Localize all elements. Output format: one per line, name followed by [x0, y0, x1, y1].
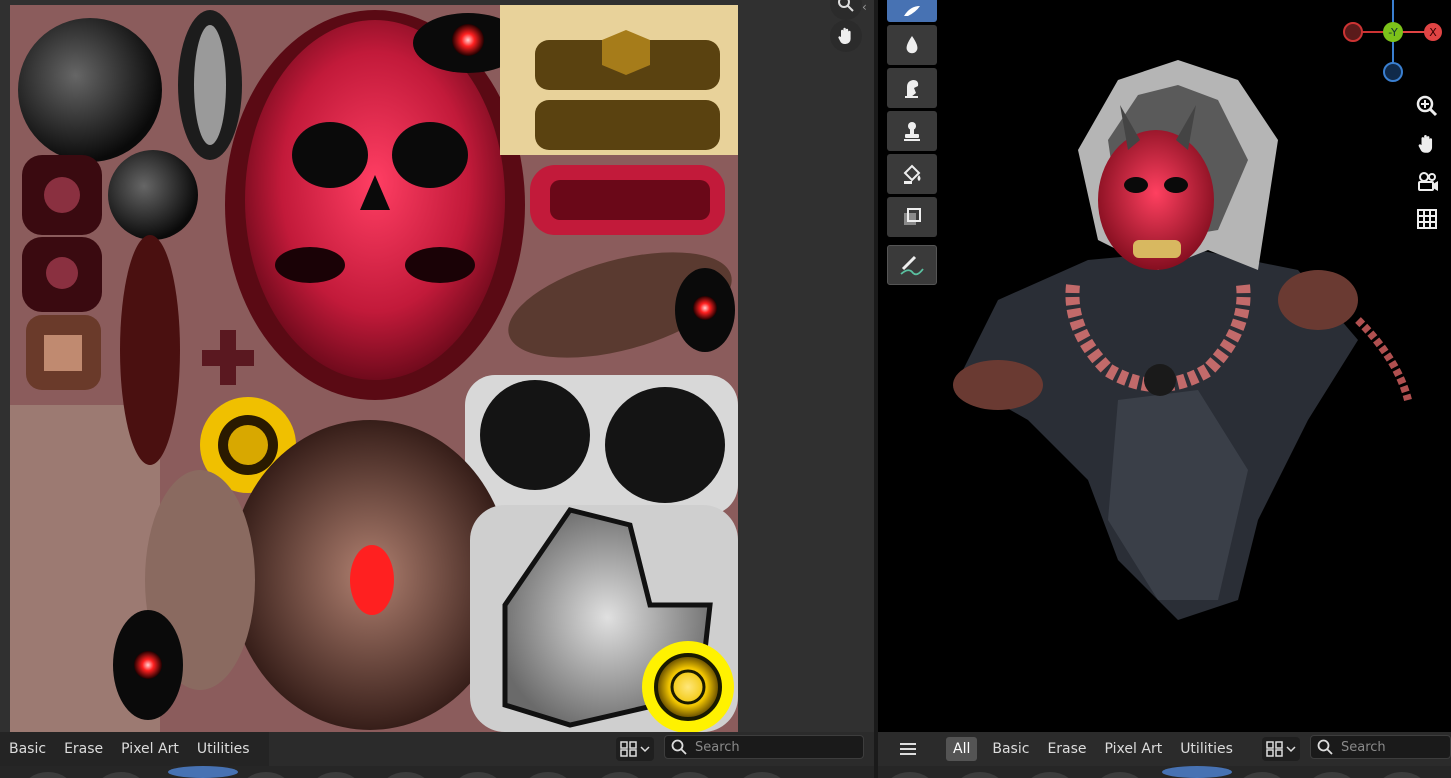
texture-canvas[interactable]	[10, 5, 738, 732]
brush-thumbnail[interactable]	[380, 772, 432, 778]
tool-shelf	[887, 0, 937, 288]
category-pixel-art[interactable]: Pixel Art	[1096, 737, 1172, 761]
camera-view-button[interactable]	[1410, 166, 1444, 198]
brush-thumbnail[interactable]	[310, 772, 362, 778]
brush-thumbnail[interactable]	[1094, 772, 1146, 778]
brush-thumbnail-selected[interactable]	[168, 766, 238, 778]
thumbnail-grid-icon	[1266, 741, 1283, 757]
grid-icon	[1417, 209, 1437, 229]
display-mode-dropdown[interactable]	[1262, 737, 1300, 761]
pan-button[interactable]	[1410, 128, 1444, 160]
navigation-gizmo[interactable]: X -Y	[1340, 0, 1446, 85]
gizmo-neg-z[interactable]	[1383, 62, 1403, 82]
tool-soften[interactable]	[887, 25, 937, 65]
brush-thumbnail[interactable]	[1376, 772, 1428, 778]
magnifier-icon	[838, 0, 854, 12]
left-search-input[interactable]	[693, 738, 847, 756]
ortho-grid-button[interactable]	[1410, 203, 1444, 235]
category-erase[interactable]: Erase	[1038, 737, 1095, 761]
brush-thumbnail[interactable]	[240, 772, 292, 778]
right-search-box[interactable]	[1310, 735, 1451, 759]
clone-stamp-icon	[904, 122, 920, 141]
texture-image	[10, 5, 738, 732]
category-pixel-art[interactable]: Pixel Art	[112, 737, 188, 761]
gizmo-neg-x[interactable]	[1343, 22, 1363, 42]
zoom-in-button[interactable]	[1410, 90, 1444, 122]
brush-thumbnail[interactable]	[1236, 772, 1288, 778]
right-brush-thumbnails	[878, 766, 1451, 778]
left-category-tabs: Basic Erase Pixel Art Utilities	[0, 732, 269, 766]
category-erase[interactable]: Erase	[55, 737, 112, 761]
display-mode-dropdown[interactable]	[616, 737, 654, 761]
menu-button[interactable]	[878, 743, 938, 755]
gizmo-x-label: X	[1429, 26, 1437, 39]
thumbnail-grid-icon	[620, 741, 637, 757]
oni-character-model	[953, 60, 1412, 620]
camera-icon	[1418, 172, 1438, 191]
left-brush-thumbnails	[0, 766, 874, 778]
sidebar-collapse-arrow[interactable]: ‹	[862, 0, 867, 14]
brush-thumbnail[interactable]	[594, 772, 646, 778]
fill-bucket-icon	[903, 164, 921, 184]
zoom-view-button[interactable]	[830, 0, 862, 20]
tool-draw[interactable]	[887, 0, 937, 22]
category-basic[interactable]: Basic	[0, 737, 55, 761]
hamburger-menu-icon	[900, 743, 916, 755]
category-basic[interactable]: Basic	[983, 737, 1038, 761]
brush-thumbnail[interactable]	[95, 772, 147, 778]
brush-thumbnail[interactable]	[884, 772, 936, 778]
hand-icon	[838, 27, 851, 44]
tool-fill[interactable]	[887, 154, 937, 194]
smear-finger-icon	[905, 80, 919, 98]
tool-smear[interactable]	[887, 68, 937, 108]
brush-thumbnail[interactable]	[522, 772, 574, 778]
search-icon	[1317, 739, 1333, 755]
draw-brush-icon	[904, 6, 920, 16]
chevron-down-icon	[640, 746, 650, 753]
tool-annotate[interactable]	[887, 245, 937, 285]
brush-thumbnail[interactable]	[1306, 772, 1358, 778]
brush-thumbnail-selected[interactable]	[1162, 766, 1232, 778]
category-all[interactable]: All	[946, 737, 978, 761]
category-utilities[interactable]: Utilities	[188, 737, 259, 761]
brush-thumbnail[interactable]	[954, 772, 1006, 778]
brush-thumbnail[interactable]	[736, 772, 788, 778]
brush-thumbnail[interactable]	[452, 772, 504, 778]
annotate-pencil-icon	[900, 255, 924, 276]
3d-viewport[interactable]: X -Y	[878, 0, 1451, 732]
texture-editor-area[interactable]: ‹	[0, 0, 874, 732]
tool-clone[interactable]	[887, 111, 937, 151]
search-icon	[671, 739, 687, 755]
pan-view-button[interactable]	[830, 20, 862, 52]
category-utilities[interactable]: Utilities	[1171, 737, 1242, 761]
chevron-down-icon	[1286, 746, 1296, 753]
blur-drop-icon	[906, 36, 918, 54]
brush-thumbnail[interactable]	[1024, 772, 1076, 778]
brush-thumbnail[interactable]	[664, 772, 716, 778]
left-search-box[interactable]	[664, 735, 864, 759]
mask-icon	[904, 208, 921, 225]
right-brush-asset-bar: All Basic Erase Pixel Art Utilities	[878, 732, 1451, 766]
tool-mask[interactable]	[887, 197, 937, 237]
right-search-input[interactable]	[1339, 738, 1443, 756]
left-brush-asset-bar: Basic Erase Pixel Art Utilities	[0, 732, 874, 766]
brush-thumbnail[interactable]	[22, 772, 74, 778]
zoom-in-icon	[1416, 95, 1438, 117]
gizmo-y-label: -Y	[1388, 26, 1398, 39]
hand-pan-icon	[1418, 134, 1433, 153]
